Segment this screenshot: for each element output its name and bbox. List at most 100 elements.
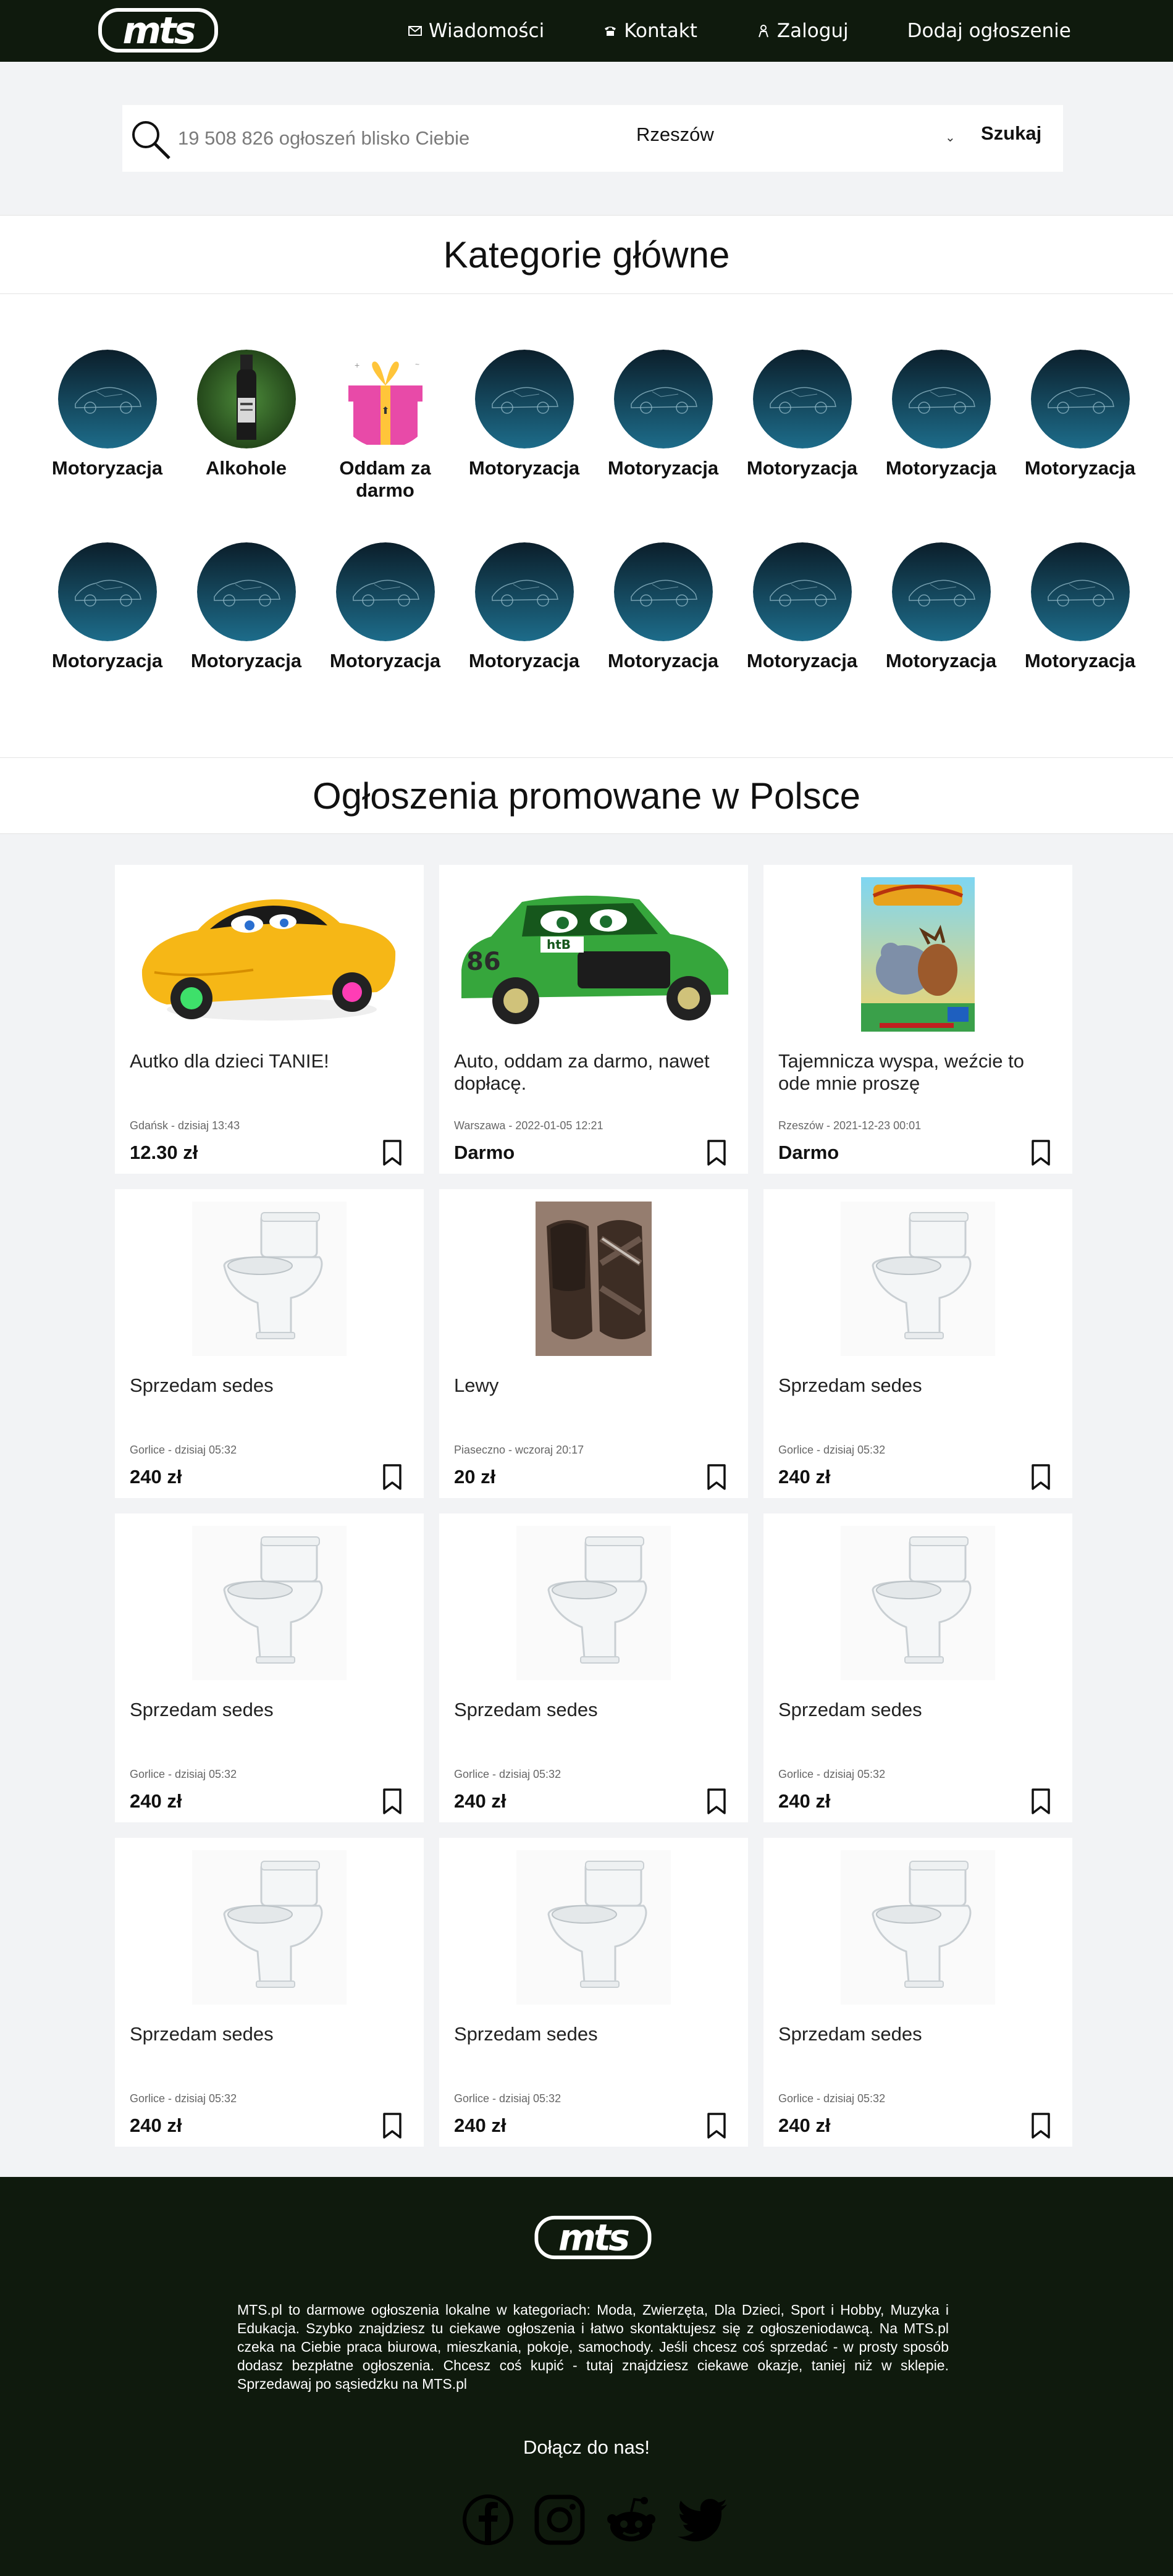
- bookmark-icon[interactable]: [706, 1463, 727, 1491]
- bookmark-icon[interactable]: [1030, 1463, 1051, 1491]
- listing-meta: Gorlice - dzisiaj 05:32: [130, 2092, 237, 2105]
- toilet-image[interactable]: [778, 1850, 1057, 2005]
- nav-messages[interactable]: Wiadomości: [408, 20, 544, 42]
- bookmark-icon[interactable]: [382, 1788, 403, 1815]
- listing-title[interactable]: Lewy: [454, 1374, 733, 1397]
- listing-card[interactable]: Sprzedam sedes Gorlice - dzisiaj 05:32 240…: [115, 1513, 424, 1822]
- bookmark-icon[interactable]: [1030, 2112, 1051, 2139]
- category-label: Motoryzacja: [190, 650, 302, 671]
- instagram-icon[interactable]: [532, 2492, 587, 2548]
- phone-icon: [603, 23, 618, 38]
- promoted-header: Ogłoszenia promowane w Polsce: [0, 757, 1173, 834]
- listing-card[interactable]: Sprzedam sedes Gorlice - dzisiaj 05:32 240…: [763, 1513, 1072, 1822]
- listing-price: 240 zł: [778, 2115, 831, 2136]
- bottle-icon: [196, 350, 296, 448]
- category-item[interactable]: + ~ Oddam za darmo: [316, 350, 455, 502]
- listing-card[interactable]: Sprzedam sedes Gorlice - dzisiaj 05:32 240…: [115, 1838, 424, 2147]
- category-item[interactable]: Motoryzacja: [594, 542, 733, 672]
- listing-title[interactable]: Auto, oddam za darmo, nawet dopłacę.: [454, 1050, 733, 1095]
- category-item[interactable]: Motoryzacja: [733, 350, 872, 479]
- listing-title[interactable]: Sprzedam sedes: [130, 1374, 409, 1397]
- twitter-icon[interactable]: [675, 2492, 731, 2548]
- main-nav: Wiadomości Kontakt Zaloguj Dodaj ogłosze…: [408, 0, 1071, 62]
- category-item[interactable]: Motoryzacja: [594, 350, 733, 479]
- category-item[interactable]: Alkohole: [177, 350, 316, 479]
- car-icon: [752, 350, 852, 448]
- site-logo[interactable]: mts: [98, 6, 219, 54]
- category-item[interactable]: Motoryzacja: [455, 542, 594, 672]
- game-box-image[interactable]: [778, 877, 1057, 1032]
- category-item[interactable]: Motoryzacja: [38, 542, 177, 672]
- category-item[interactable]: Motoryzacja: [38, 350, 177, 479]
- listing-title[interactable]: Sprzedam sedes: [778, 1699, 1057, 1721]
- categories-grid: Motoryzacja Alkohole + ~ Oddam za darmo Motor…: [0, 294, 1173, 757]
- listing-title[interactable]: Sprzedam sedes: [454, 1699, 733, 1721]
- listing-title[interactable]: Sprzedam sedes: [778, 2023, 1057, 2045]
- green-car-image[interactable]: htB 86: [454, 877, 733, 1032]
- category-item[interactable]: Motoryzacja: [177, 542, 316, 672]
- toy-car-image[interactable]: [130, 877, 409, 1032]
- location-select[interactable]: Rzeszów: [636, 124, 714, 146]
- nav-add-listing[interactable]: Dodaj ogłoszenie: [907, 20, 1071, 42]
- bookmark-icon[interactable]: [706, 2112, 727, 2139]
- listing-title[interactable]: Sprzedam sedes: [130, 2023, 409, 2045]
- toilet-image[interactable]: [454, 1526, 733, 1680]
- listing-card[interactable]: Sprzedam sedes Gorlice - dzisiaj 05:32 240…: [763, 1838, 1072, 2147]
- bookmark-icon[interactable]: [382, 1463, 403, 1491]
- toilet-image[interactable]: [778, 1526, 1057, 1680]
- facebook-icon[interactable]: [460, 2492, 516, 2548]
- category-item[interactable]: Motoryzacja: [455, 350, 594, 479]
- category-label: Motoryzacja: [1024, 457, 1136, 479]
- category-item[interactable]: Motoryzacja: [733, 542, 872, 672]
- toilet-image[interactable]: [454, 1850, 733, 2005]
- nav-login[interactable]: Zaloguj: [756, 20, 849, 42]
- listing-title[interactable]: Sprzedam sedes: [454, 2023, 733, 2045]
- listing-card[interactable]: Sprzedam sedes Gorlice - dzisiaj 05:32 240…: [115, 1189, 424, 1498]
- svg-text:86: 86: [466, 948, 501, 976]
- listing-title[interactable]: Tajemnicza wyspa, weźcie to ode mnie pro…: [778, 1050, 1057, 1095]
- bookmark-icon[interactable]: [706, 1139, 727, 1166]
- nav-contact[interactable]: Kontakt: [603, 20, 697, 42]
- listing-card[interactable]: Lewy Piaseczno - wczoraj 20:17 20 zł: [439, 1189, 748, 1498]
- nav-login-label: Zaloguj: [776, 20, 849, 42]
- listing-title[interactable]: Sprzedam sedes: [778, 1374, 1057, 1397]
- slippers-image[interactable]: [454, 1202, 733, 1356]
- footer: mts MTS.pl to darmowe ogłoszenia lokalne…: [0, 2177, 1173, 2576]
- gift-icon: + ~: [335, 350, 435, 448]
- car-icon: [57, 542, 157, 641]
- listing-title[interactable]: Autko dla dzieci TANIE!: [130, 1050, 409, 1072]
- toilet-image[interactable]: [130, 1526, 409, 1680]
- listing-card[interactable]: htB 86 Auto, oddam za darmo, nawet dopłacę…: [439, 865, 748, 1174]
- category-label: Motoryzacja: [1024, 650, 1136, 671]
- bookmark-icon[interactable]: [382, 2112, 403, 2139]
- toilet-image[interactable]: [130, 1850, 409, 2005]
- search-button[interactable]: Szukaj: [981, 122, 1041, 145]
- toilet-image[interactable]: [130, 1202, 409, 1356]
- listing-card[interactable]: Sprzedam sedes Gorlice - dzisiaj 05:32 240…: [439, 1838, 748, 2147]
- listing-card[interactable]: Tajemnicza wyspa, weźcie to ode mnie pro…: [763, 865, 1072, 1174]
- reddit-icon[interactable]: [603, 2492, 659, 2548]
- bookmark-icon[interactable]: [1030, 1788, 1051, 1815]
- category-item[interactable]: Motoryzacja: [316, 542, 455, 672]
- category-item[interactable]: Motoryzacja: [872, 350, 1011, 479]
- listing-price: Darmo: [778, 1142, 839, 1163]
- bookmark-icon[interactable]: [1030, 1139, 1051, 1166]
- listing-card[interactable]: Sprzedam sedes Gorlice - dzisiaj 05:32 240…: [763, 1189, 1072, 1498]
- category-label: Motoryzacja: [746, 457, 858, 479]
- car-icon: [57, 350, 157, 448]
- category-item[interactable]: Motoryzacja: [1011, 350, 1150, 479]
- footer-logo[interactable]: mts: [534, 2214, 652, 2261]
- listing-title[interactable]: Sprzedam sedes: [130, 1699, 409, 1721]
- bookmark-icon[interactable]: [382, 1139, 403, 1166]
- chevron-down-icon[interactable]: ⌄: [945, 130, 956, 145]
- categories-title: Kategorie główne: [443, 234, 730, 276]
- category-item[interactable]: Motoryzacja: [872, 542, 1011, 672]
- bookmark-icon[interactable]: [706, 1788, 727, 1815]
- listing-card[interactable]: Sprzedam sedes Gorlice - dzisiaj 05:32 240…: [439, 1513, 748, 1822]
- search-input[interactable]: [178, 122, 561, 154]
- car-icon: [891, 542, 991, 641]
- category-item[interactable]: Motoryzacja: [1011, 542, 1150, 672]
- nav-add-listing-label: Dodaj ogłoszenie: [907, 20, 1071, 42]
- toilet-image[interactable]: [778, 1202, 1057, 1356]
- listing-card[interactable]: Autko dla dzieci TANIE! Gdańsk - dzisiaj …: [115, 865, 424, 1174]
